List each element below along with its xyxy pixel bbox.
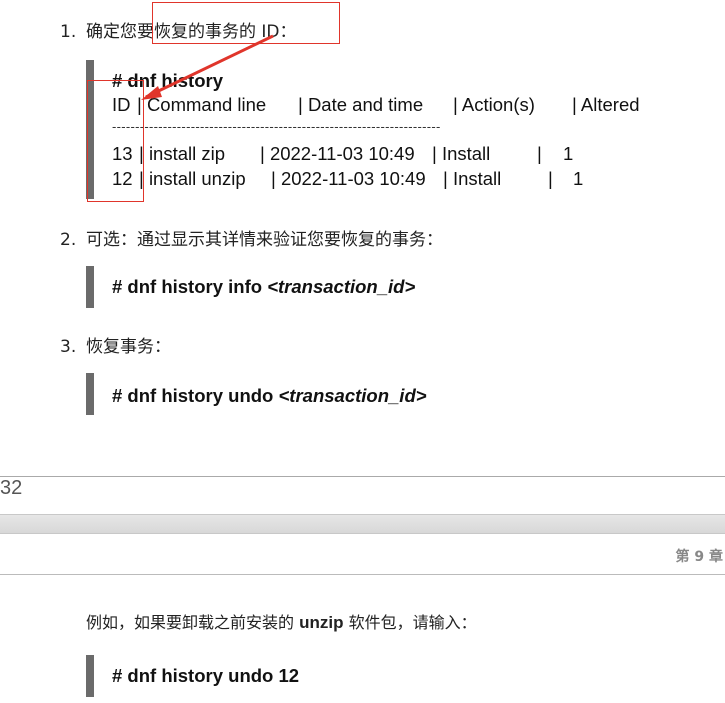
page-gap	[0, 514, 725, 534]
step-number: 3.	[60, 337, 77, 357]
page-divider	[0, 476, 725, 477]
command-text: # dnf history undo	[112, 385, 279, 406]
code-block-bar	[86, 373, 94, 415]
step-2: 2. 可选：通过显示其详情来验证您要恢复的事务：	[60, 225, 443, 250]
page-number: 32	[0, 477, 23, 499]
example-paragraph: 例如，如果要卸载之前安装的 unzip 软件包，请输入：	[86, 609, 477, 633]
command-arg: <transaction_id>	[278, 385, 427, 406]
step-number: 2.	[60, 230, 77, 250]
step-text: 恢复事务：	[86, 337, 171, 357]
package-name: unzip	[299, 613, 344, 632]
annotation-arrow-icon	[141, 34, 274, 100]
example-text: 软件包，请输入：	[343, 613, 477, 632]
code-block-bar	[86, 266, 94, 308]
step-text: 可选：通过显示其详情来验证您要恢复的事务：	[86, 230, 443, 250]
step-3: 3. 恢复事务：	[60, 332, 171, 357]
dnf-history-undo-command: # dnf history undo <transaction_id>	[112, 385, 427, 407]
header-divider	[0, 574, 725, 575]
dnf-history-info-command: # dnf history info <transaction_id>	[112, 276, 415, 298]
command-text: # dnf history info	[112, 276, 268, 297]
code-block-bar	[86, 655, 94, 697]
chapter-label: 第 9 章	[675, 549, 724, 565]
example-command: # dnf history undo 12	[112, 665, 300, 686]
command-arg: <transaction_id>	[267, 276, 416, 297]
example-text: 例如，如果要卸载之前安装的	[86, 613, 300, 632]
